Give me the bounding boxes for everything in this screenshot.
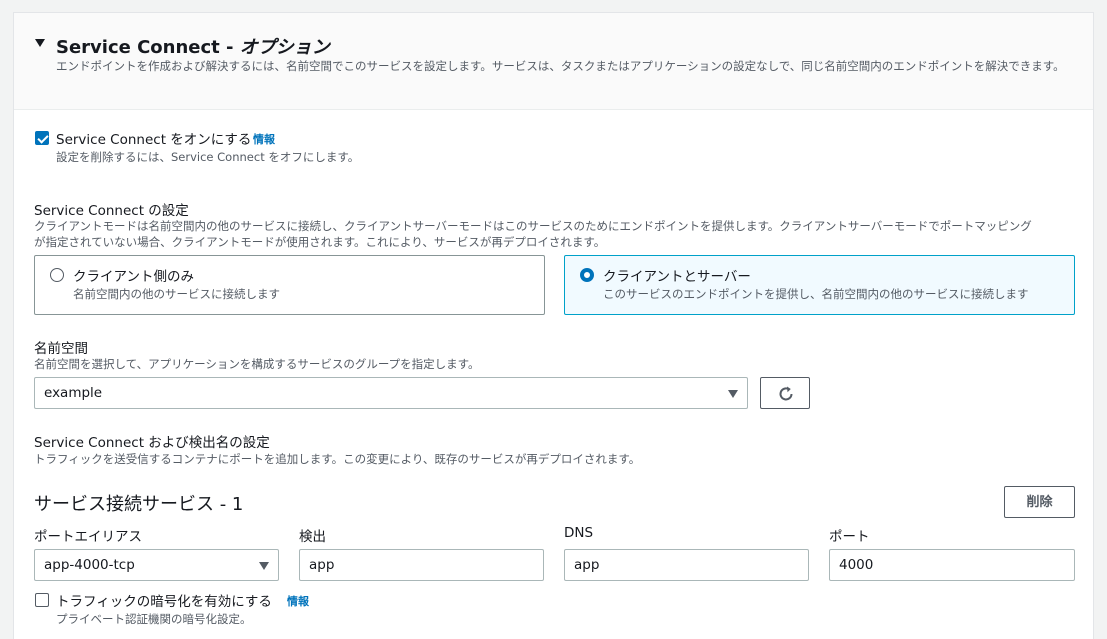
caret-down-icon[interactable] xyxy=(35,39,45,47)
encryption-checkbox[interactable] xyxy=(35,593,49,607)
remove-button[interactable]: 削除 xyxy=(1004,486,1075,518)
option-client-only-description: 名前空間内の他のサービスに接続します xyxy=(73,287,280,301)
namespace-description: 名前空間を選択して、アプリケーションを構成するサービスのグループを指定します。 xyxy=(34,357,480,371)
encryption-description: プライベート認証機関の暗号化設定。 xyxy=(56,612,252,626)
enable-description: 設定を削除するには、Service Connect をオフにします。 xyxy=(56,150,360,164)
panel-title: Service Connect - オプション xyxy=(56,37,330,58)
chevron-down-icon xyxy=(259,562,269,570)
service-connect-panel: Service Connect - オプション エンドポイントを作成および解決す… xyxy=(13,12,1094,639)
config-description-line2: が指定されていない場合、クライアントモードが使用されます。これにより、サービスが… xyxy=(34,235,606,249)
enable-info-link[interactable]: 情報 xyxy=(253,131,275,147)
option-client-server-label: クライアントとサーバー xyxy=(603,269,751,285)
radio-client-only[interactable] xyxy=(50,268,64,282)
namespace-select[interactable]: example xyxy=(34,377,748,409)
option-client-only[interactable]: クライアント側のみ 名前空間内の他のサービスに接続します xyxy=(34,255,545,315)
discovery-description: トラフィックを送受信するコンテナにポートを追加します。この変更により、既存のサー… xyxy=(34,452,641,466)
option-client-server-description: このサービスのエンドポイントを提供し、名前空間内の他のサービスに接続します xyxy=(603,287,1029,301)
port-alias-value: app-4000-tcp xyxy=(44,557,135,573)
encryption-label: トラフィックの暗号化を有効にする xyxy=(56,594,272,610)
chevron-down-icon xyxy=(728,390,738,398)
port-input[interactable]: 4000 xyxy=(829,549,1075,581)
refresh-icon xyxy=(779,386,793,401)
dns-input[interactable]: app xyxy=(564,549,809,581)
enable-service-connect-label: Service Connect をオンにする xyxy=(56,132,252,148)
port-alias-select[interactable]: app-4000-tcp xyxy=(34,549,279,581)
namespace-label: 名前空間 xyxy=(34,341,88,357)
service-title: サービス接続サービス - 1 xyxy=(34,494,244,515)
discovery-label: Service Connect および検出名の設定 xyxy=(34,435,270,451)
encryption-info-link[interactable]: 情報 xyxy=(287,593,309,609)
panel-description: エンドポイントを作成および解決するには、名前空間でこのサービスを設定します。サー… xyxy=(56,59,1065,73)
refresh-button[interactable] xyxy=(760,377,810,409)
discovery-input[interactable]: app xyxy=(299,549,544,581)
discovery-field-label: 検出 xyxy=(299,529,326,545)
option-client-server[interactable]: クライアントとサーバー このサービスのエンドポイントを提供し、名前空間内の他のサ… xyxy=(564,255,1075,315)
enable-service-connect-checkbox[interactable] xyxy=(35,131,49,145)
port-label: ポート xyxy=(829,529,870,545)
option-client-only-label: クライアント側のみ xyxy=(73,269,194,285)
panel-header[interactable]: Service Connect - オプション エンドポイントを作成および解決す… xyxy=(14,13,1093,110)
namespace-value: example xyxy=(44,385,103,401)
config-description-line1: クライアントモードは名前空間内の他のサービスに接続し、クライアントサーバーモード… xyxy=(34,219,1032,233)
radio-client-server[interactable] xyxy=(580,268,594,282)
port-alias-label: ポートエイリアス xyxy=(34,529,142,545)
dns-label: DNS xyxy=(564,525,594,541)
config-label: Service Connect の設定 xyxy=(34,203,189,219)
